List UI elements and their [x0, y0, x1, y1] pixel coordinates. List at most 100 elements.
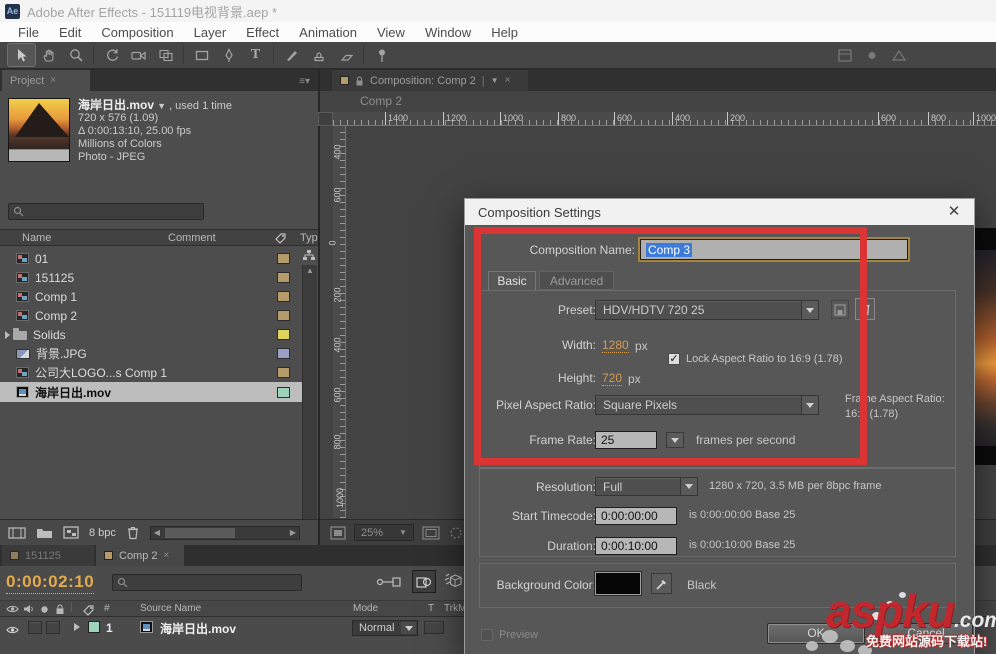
menu-file[interactable]: File: [8, 25, 49, 40]
chevron-down-icon[interactable]: ▼: [491, 76, 499, 85]
rotate-tool-icon[interactable]: [98, 44, 125, 66]
chevron-down-icon[interactable]: ▼: [157, 101, 166, 111]
panel-menu-icon[interactable]: ≡▾: [299, 76, 310, 87]
expand-arrow-icon[interactable]: [5, 330, 10, 339]
project-item-151125[interactable]: 151125: [0, 268, 302, 287]
tab-timeline-comp2[interactable]: Comp 2 ×: [96, 545, 184, 566]
project-item-comp1[interactable]: Comp 1: [0, 287, 302, 306]
menu-window[interactable]: Window: [415, 25, 481, 40]
layer-source-name[interactable]: 海岸日出.mov: [160, 620, 236, 637]
menu-composition[interactable]: Composition: [91, 25, 183, 40]
menu-layer[interactable]: Layer: [184, 25, 237, 40]
duration-input[interactable]: 0:00:10:00: [595, 537, 677, 555]
eyedropper-button[interactable]: [651, 573, 672, 594]
sharing-icon[interactable]: [885, 44, 912, 66]
audio-toggle[interactable]: [28, 621, 42, 634]
tab-composition-comp2[interactable]: Composition: Comp 2 | ▼ ×: [332, 70, 528, 91]
project-item-01[interactable]: 01: [0, 249, 302, 268]
column-mode[interactable]: Mode: [353, 603, 378, 614]
project-vertical-scrollbar[interactable]: ▲: [302, 265, 317, 519]
label-color-chip[interactable]: [277, 367, 290, 378]
selection-tool-icon[interactable]: [7, 43, 36, 67]
magnification-icon[interactable]: [330, 525, 346, 540]
current-timecode[interactable]: 0:00:02:10: [6, 572, 95, 594]
column-type[interactable]: Type: [300, 232, 318, 244]
column-t[interactable]: T: [428, 603, 434, 614]
vertical-ruler[interactable]: 400 600 0 200 400 600 800 1000: [328, 126, 346, 518]
start-timecode-input[interactable]: 0:00:00:00: [595, 507, 677, 525]
background-color-swatch[interactable]: [595, 572, 641, 595]
composition-mini-flowchart-icon[interactable]: [376, 574, 402, 595]
scroll-right-icon[interactable]: ▶: [287, 528, 299, 538]
tab-timeline-151125[interactable]: 151125: [2, 545, 94, 566]
zoom-tool-icon[interactable]: [62, 44, 89, 66]
eye-icon[interactable]: [6, 622, 19, 640]
new-folder-icon[interactable]: [36, 526, 53, 539]
pan-behind-tool-icon[interactable]: [152, 44, 179, 66]
menu-animation[interactable]: Animation: [289, 25, 367, 40]
menu-help[interactable]: Help: [481, 25, 528, 40]
close-icon[interactable]: ×: [50, 75, 56, 86]
project-item-sunrise-mov[interactable]: 海岸日出.mov: [0, 382, 302, 402]
resolution-select[interactable]: Full: [595, 477, 698, 496]
pen-tool-icon[interactable]: [215, 44, 242, 66]
label-color-chip[interactable]: [277, 272, 290, 283]
solo-toggle[interactable]: [46, 621, 60, 634]
label-color-chip[interactable]: [277, 329, 290, 340]
eraser-tool-icon[interactable]: [332, 44, 359, 66]
label-color-chip[interactable]: [277, 386, 290, 398]
brush-tool-icon[interactable]: [278, 44, 305, 66]
horizontal-ruler[interactable]: 1400 1200 1000 800 600 400 200 600 800 1…: [333, 112, 996, 126]
preview-checkbox[interactable]: [481, 629, 493, 641]
motion-blur-icon[interactable]: [442, 572, 464, 595]
column-name[interactable]: Name: [22, 232, 51, 244]
timeline-search-input[interactable]: [112, 574, 302, 591]
scroll-left-icon[interactable]: ◀: [151, 528, 163, 538]
project-flowchart-icon[interactable]: [302, 249, 317, 263]
project-item-solids[interactable]: Solids: [0, 325, 302, 344]
menu-effect[interactable]: Effect: [236, 25, 289, 40]
layer-color-chip[interactable]: [88, 621, 100, 633]
layer-expand-arrow-icon[interactable]: [74, 623, 80, 631]
column-comment[interactable]: Comment: [168, 232, 216, 244]
bit-depth-label[interactable]: 8 bpc: [89, 527, 116, 539]
workspace-icon[interactable]: [831, 44, 858, 66]
close-icon[interactable]: ×: [164, 550, 170, 561]
clone-stamp-tool-icon[interactable]: [305, 44, 332, 66]
mask-shape-tool-icon[interactable]: [188, 44, 215, 66]
frame-blending-icon[interactable]: [412, 570, 436, 593]
type-tool-icon[interactable]: T: [242, 44, 269, 66]
project-horizontal-scrollbar[interactable]: ◀ ▶: [149, 525, 300, 540]
trash-icon[interactable]: [126, 525, 140, 540]
snap-icon[interactable]: [858, 44, 885, 66]
interpret-footage-icon[interactable]: [8, 526, 26, 540]
label-color-chip[interactable]: [277, 253, 290, 264]
hand-tool-icon[interactable]: [35, 44, 62, 66]
tab-project[interactable]: Project ×: [2, 70, 90, 91]
dialog-title-bar[interactable]: Composition Settings ✕: [465, 199, 974, 225]
camera-tool-icon[interactable]: [125, 44, 152, 66]
project-item-comp2[interactable]: Comp 2: [0, 306, 302, 325]
column-number[interactable]: #: [104, 603, 110, 614]
project-item-bg-jpg[interactable]: 背景.JPG: [0, 344, 302, 363]
menu-view[interactable]: View: [367, 25, 415, 40]
new-composition-icon[interactable]: [63, 526, 79, 539]
trkmat-select[interactable]: [424, 621, 444, 634]
close-icon[interactable]: ✕: [944, 202, 964, 222]
safe-margins-icon[interactable]: [422, 525, 440, 540]
scrollbar-thumb[interactable]: [164, 527, 235, 538]
label-color-chip[interactable]: [277, 310, 290, 321]
zoom-level-select[interactable]: 25% ▼: [354, 524, 414, 541]
blend-mode-select[interactable]: Normal: [352, 620, 418, 636]
label-color-chip[interactable]: [277, 348, 290, 359]
close-icon[interactable]: ×: [505, 75, 511, 86]
puppet-pin-tool-icon[interactable]: [368, 44, 395, 66]
label-color-chip[interactable]: [277, 291, 290, 302]
project-search-input[interactable]: [8, 203, 204, 220]
menu-edit[interactable]: Edit: [49, 25, 91, 40]
snapshot-icon[interactable]: [448, 526, 464, 540]
column-source-name[interactable]: Source Name: [140, 603, 201, 614]
project-item-logo-comp[interactable]: 公司大LOGO...s Comp 1: [0, 363, 302, 382]
footage-kind: Photo - JPEG: [78, 151, 146, 163]
scroll-up-icon[interactable]: ▲: [303, 265, 317, 277]
